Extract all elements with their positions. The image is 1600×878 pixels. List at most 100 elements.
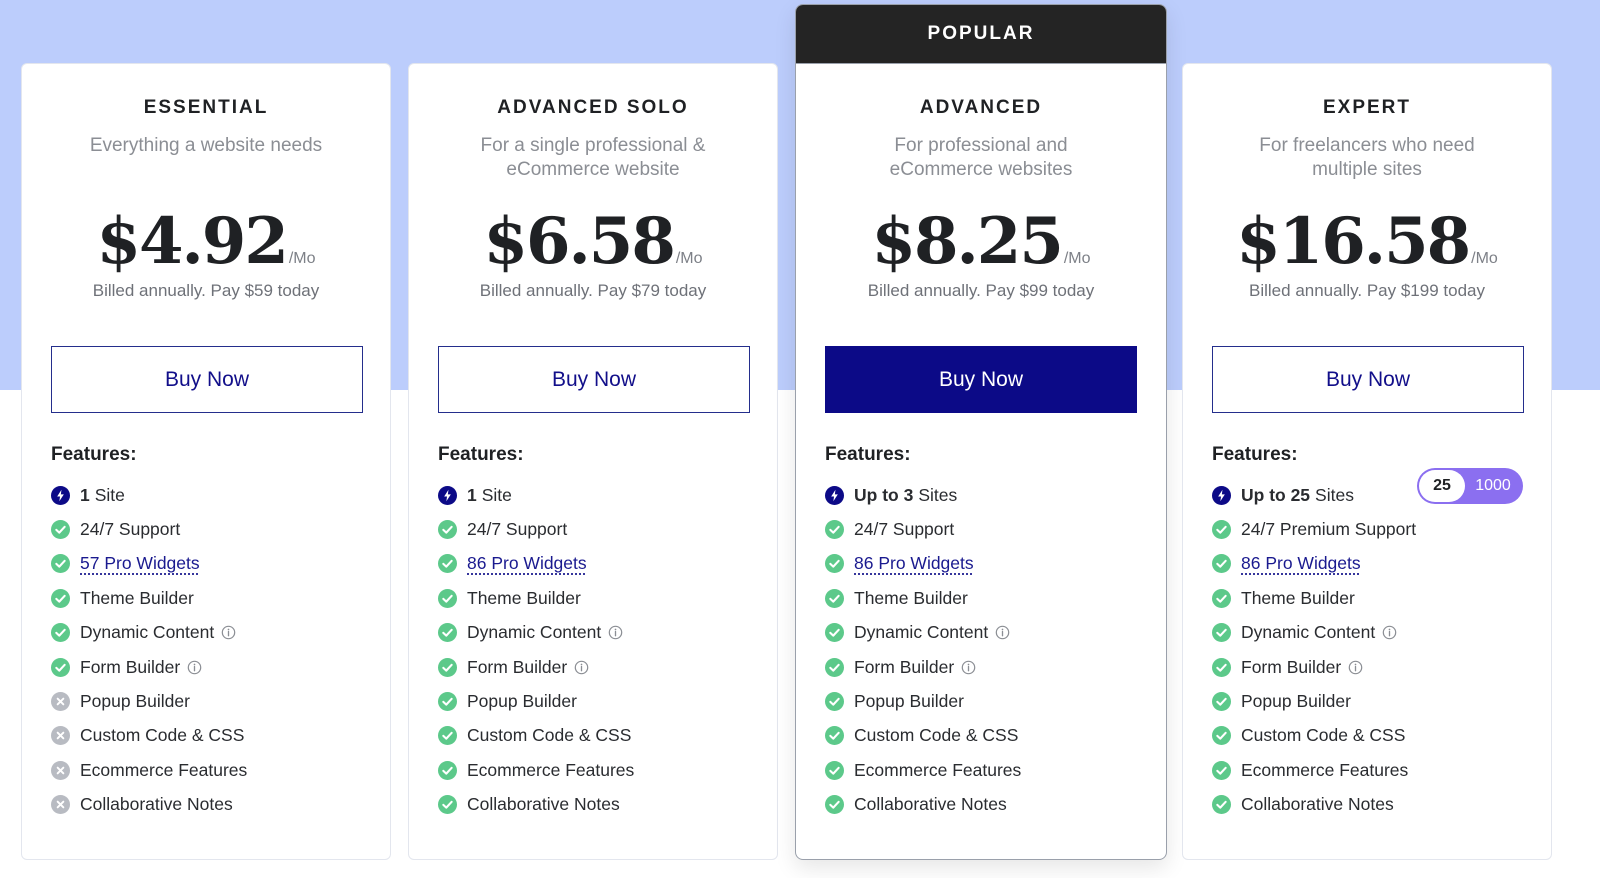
feature-link[interactable]: 86 Pro Widgets (467, 553, 587, 574)
buy-now-button[interactable]: Buy Now (438, 346, 750, 413)
price-row: $16.58 /Mo (1183, 204, 1551, 279)
info-icon[interactable] (608, 625, 623, 640)
check-circle-icon (825, 623, 844, 643)
feature-label: Sites (918, 484, 958, 505)
bolt-icon (825, 485, 844, 505)
feature-item: Custom Code & CSS (1212, 719, 1531, 753)
plan-price: $4.92 (96, 204, 288, 279)
feature-item: Up to 25 Sites (1212, 478, 1531, 512)
feature-item: Theme Builder (438, 581, 757, 615)
info-icon[interactable] (961, 660, 976, 675)
info-icon[interactable] (187, 660, 202, 675)
feature-label: 24/7 Support (467, 519, 568, 540)
check-circle-icon (825, 520, 844, 540)
check-circle-icon (825, 726, 844, 746)
feature-label: Custom Code & CSS (854, 725, 1019, 746)
feature-item: Collaborative Notes (438, 788, 757, 822)
check-circle-icon (825, 588, 844, 608)
feature-label: Collaborative Notes (467, 794, 620, 815)
feature-label: Ecommerce Features (80, 759, 248, 780)
check-circle-icon (1212, 623, 1231, 643)
check-circle-icon (1212, 588, 1231, 608)
feature-item: Dynamic Content (825, 616, 1146, 650)
feature-label: Theme Builder (80, 587, 194, 608)
feature-label: 24/7 Support (854, 519, 955, 540)
feature-label: Collaborative Notes (80, 794, 233, 815)
feature-label: 24/7 Support (80, 519, 181, 540)
feature-item: Dynamic Content (1212, 616, 1531, 650)
feature-label: Popup Builder (1241, 691, 1351, 712)
feature-item: Collaborative Notes (825, 788, 1146, 822)
check-circle-icon (825, 657, 844, 677)
features-heading: Features: (1212, 444, 1298, 465)
feature-item: 1 Site (51, 478, 370, 512)
feature-list: 1 Site 24/7 Support 57 Pro Widgets Theme Bui… (51, 478, 370, 822)
buy-now-button[interactable]: Buy Now (825, 346, 1137, 413)
plan-name: ADVANCED (919, 97, 1043, 118)
plan-description: For professional and eCommerce websites (889, 135, 1073, 180)
feature-label: Collaborative Notes (854, 794, 1007, 815)
feature-item: Ecommerce Features (1212, 753, 1531, 787)
bolt-icon (51, 485, 70, 505)
feature-label: Popup Builder (467, 691, 577, 712)
price-row: $8.25 /Mo (796, 204, 1166, 279)
info-icon[interactable] (995, 625, 1010, 640)
feature-item: Up to 3 Sites (825, 478, 1146, 512)
bolt-icon (1212, 485, 1231, 505)
features-heading: Features: (438, 444, 524, 465)
check-circle-icon (1212, 554, 1231, 574)
plan-card-advanced: POPULAR ADVANCED For professional and eC… (795, 4, 1167, 860)
plan-card-advanced-solo: ADVANCED SOLO For a single professional … (408, 63, 778, 860)
feature-item: Form Builder (438, 650, 757, 684)
check-circle-icon (825, 795, 844, 815)
feature-label: Theme Builder (854, 587, 968, 608)
check-circle-icon (51, 520, 70, 540)
feature-item: Ecommerce Features (825, 753, 1146, 787)
buy-now-button[interactable]: Buy Now (1212, 346, 1524, 413)
check-circle-icon (1212, 520, 1231, 540)
info-icon[interactable] (1348, 660, 1363, 675)
feature-label: Ecommerce Features (1241, 759, 1409, 780)
feature-label: Form Builder (80, 656, 181, 677)
check-circle-icon (438, 623, 457, 643)
check-circle-icon (51, 554, 70, 574)
x-circle-icon (51, 795, 70, 815)
feature-label: Collaborative Notes (1241, 794, 1394, 815)
feature-list: Up to 3 Sites 24/7 Support 86 Pro Widgets Th… (825, 478, 1146, 822)
check-circle-icon (1212, 692, 1231, 712)
plan-description: Everything a website needs (89, 135, 323, 156)
info-icon[interactable] (1382, 625, 1397, 640)
feature-item: 86 Pro Widgets (438, 547, 757, 581)
feature-count: 1 (80, 484, 90, 505)
buy-now-button[interactable]: Buy Now (51, 346, 363, 413)
feature-link[interactable]: 86 Pro Widgets (1241, 553, 1361, 574)
check-circle-icon (825, 760, 844, 780)
price-period: /Mo (1063, 250, 1091, 267)
feature-item: Ecommerce Features (438, 753, 757, 787)
feature-count: Up to 25 (1241, 484, 1311, 505)
feature-link[interactable]: 86 Pro Widgets (854, 553, 974, 574)
features-heading: Features: (825, 444, 911, 465)
feature-item: Dynamic Content (438, 616, 757, 650)
feature-link[interactable]: 57 Pro Widgets (80, 553, 200, 574)
feature-label: 24/7 Premium Support (1241, 519, 1417, 540)
feature-label: Form Builder (467, 656, 568, 677)
info-icon[interactable] (574, 660, 589, 675)
check-circle-icon (438, 520, 457, 540)
feature-label: Custom Code & CSS (80, 725, 245, 746)
feature-label: Theme Builder (467, 587, 581, 608)
feature-item: 24/7 Premium Support (1212, 512, 1531, 546)
feature-list: Up to 25 Sites 24/7 Premium Support 86 Pro … (1212, 478, 1531, 822)
info-icon[interactable] (221, 625, 236, 640)
feature-count: Up to 3 (854, 484, 914, 505)
check-circle-icon (1212, 760, 1231, 780)
check-circle-icon (51, 588, 70, 608)
feature-label: Popup Builder (80, 691, 190, 712)
check-circle-icon (438, 760, 457, 780)
feature-label: Site (481, 484, 512, 505)
x-circle-icon (51, 692, 70, 712)
price-period: /Mo (1471, 250, 1498, 267)
check-circle-icon (438, 554, 457, 574)
bolt-icon (438, 485, 457, 505)
plan-description: For a single professional & eCommerce we… (480, 135, 706, 180)
